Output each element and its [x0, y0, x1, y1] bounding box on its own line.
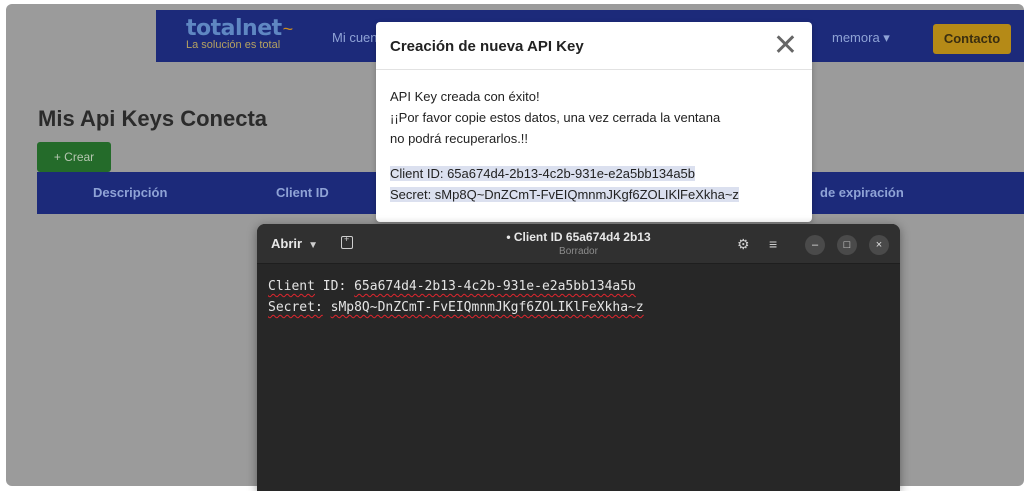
window-close-icon[interactable]: × — [869, 235, 889, 255]
maximize-icon[interactable]: □ — [837, 235, 857, 255]
contact-button[interactable]: Contacto — [933, 24, 1011, 54]
create-button[interactable]: + Crear — [37, 142, 111, 172]
page-title: Mis Api Keys Conecta — [38, 106, 268, 131]
close-icon[interactable]: ✕ — [773, 31, 798, 61]
document-subtitle: Borrador — [559, 246, 598, 257]
word-secret: Secret: — [268, 300, 323, 315]
editor-line-secret: Secret: sMp8Q~DnZCmT-FvEIQmnmJKgf6ZOLIKl… — [268, 297, 889, 318]
logo-swoosh-icon: ~ — [282, 19, 294, 39]
editor-headerbar: Abrir▼ • Client ID 65a674d4 2b13 Borrado… — [257, 224, 900, 264]
document-title: • Client ID 65a674d4 2b13 — [506, 230, 651, 244]
warning-message-line2: no podrá recuperarlos.!! — [390, 131, 529, 146]
secret-text[interactable]: Secret: sMp8Q~DnZCmT-FvEIQmnmJKgf6ZOLIKl… — [390, 187, 739, 202]
nav-memoria-dropdown[interactable]: memora ▾ — [832, 30, 890, 46]
gear-icon[interactable]: ⚙ — [737, 236, 750, 252]
client-id-text[interactable]: Client ID: 65a674d4-2b13-4c2b-931e-e2a5b… — [390, 166, 696, 181]
hamburger-menu-icon[interactable]: ≡ — [769, 236, 777, 252]
modal-title: Creación de nueva API Key — [390, 38, 584, 55]
logo-tagline: La solución es total — [186, 39, 281, 51]
warning-message-line1: ¡¡Por favor copie estos datos, una vez c… — [390, 110, 721, 125]
editor-text-area[interactable]: Client ID: 65a674d4-2b13-4c2b-931e-e2a5b… — [257, 264, 900, 330]
column-header-expiracion: de expiración — [820, 185, 904, 200]
secret-value: sMp8Q~DnZCmT-FvEIQmnmJKgf6ZOLIKlFeXkha~z — [330, 300, 644, 315]
word-id: ID: — [322, 279, 347, 294]
totalnet-logo[interactable]: totalnet~ La solución es total — [186, 16, 293, 51]
minimize-icon[interactable]: – — [805, 235, 825, 255]
editor-line-client-id: Client ID: 65a674d4-2b13-4c2b-931e-e2a5b… — [268, 276, 889, 297]
client-id-value: 65a674d4-2b13-4c2b-931e-e2a5bb134a5b — [354, 279, 636, 294]
success-message: API Key creada con éxito! — [390, 89, 540, 104]
modal-body: API Key creada con éxito! ¡¡Por favor co… — [376, 70, 812, 221]
word-client: Client — [268, 279, 315, 294]
column-header-client-id: Client ID — [276, 185, 329, 200]
text-editor-window: Abrir▼ • Client ID 65a674d4 2b13 Borrado… — [257, 224, 900, 491]
column-header-descripcion: Descripción — [93, 185, 168, 200]
api-key-modal: Creación de nueva API Key ✕ API Key crea… — [376, 22, 812, 222]
logo-wordmark: totalnet — [186, 16, 282, 41]
modal-header: Creación de nueva API Key ✕ — [376, 22, 812, 70]
nav-mi-cuenta[interactable]: Mi cuen — [332, 30, 378, 45]
